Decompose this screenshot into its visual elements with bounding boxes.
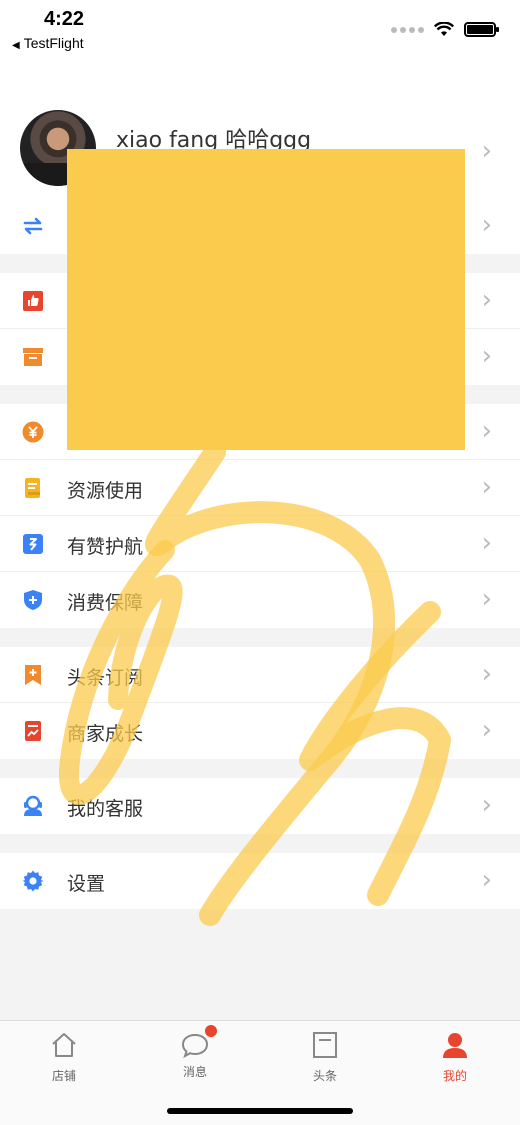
archive-icon (23, 348, 43, 366)
menu-item-settings[interactable]: 设置 › (0, 853, 520, 909)
home-indicator[interactable] (167, 1108, 353, 1114)
menu-item-label: 资源使用 (67, 480, 144, 502)
back-app-label: TestFlight (23, 35, 84, 51)
chevron-right-icon: › (481, 715, 492, 745)
status-bar: 4:22 ◀ TestFlight (0, 0, 520, 60)
tab-headlines[interactable]: 头条 (280, 1031, 370, 1084)
menu-item-label: 消费保障 (67, 592, 144, 614)
tab-label: 头条 (312, 1069, 337, 1083)
menu-item-youzan-escort[interactable]: 有赞护航 › (0, 516, 520, 572)
back-triangle-icon: ◀ (12, 40, 20, 51)
tab-label: 店铺 (51, 1069, 76, 1083)
clock: 4:22 (44, 8, 85, 30)
menu-item-label: 有赞护航 (67, 536, 144, 558)
headline-icon (313, 1032, 337, 1058)
tab-me[interactable]: 我的 (410, 1031, 500, 1084)
growth-report-icon (25, 721, 41, 741)
gear-icon (22, 870, 44, 892)
yen-coin-icon (22, 421, 44, 443)
person-icon (443, 1033, 467, 1058)
menu-item-label: 头条订阅 (67, 667, 144, 689)
chevron-right-icon: › (481, 416, 492, 446)
chevron-right-icon: › (481, 790, 492, 820)
chevron-right-icon: › (481, 472, 492, 502)
chevron-right-icon: › (481, 584, 492, 614)
chevron-right-icon: › (481, 341, 492, 371)
tab-label: 消息 (182, 1065, 207, 1079)
chevron-right-icon: › (481, 528, 492, 558)
swap-icon (23, 217, 43, 235)
chevron-right-icon: › (481, 285, 492, 315)
chevron-right-icon: › (481, 210, 492, 240)
menu-item-resource-usage[interactable]: 资源使用 › (0, 460, 520, 516)
back-to-app-link[interactable]: ◀ TestFlight (12, 35, 84, 51)
bookmark-plus-icon (25, 665, 41, 685)
zan-icon (23, 534, 43, 554)
menu-item-merchant-growth[interactable]: 商家成长 › (0, 703, 520, 759)
tab-label: 我的 (442, 1069, 467, 1083)
wifi-icon (434, 22, 454, 36)
menu-item-label: 设置 (67, 873, 106, 895)
menu-item-label: 我的客服 (67, 798, 144, 820)
unread-badge (205, 1025, 217, 1037)
tab-store[interactable]: 店铺 (19, 1031, 109, 1084)
menu-item-consumer-protection[interactable]: 消费保障 › (0, 572, 520, 628)
menu-item-customer-service[interactable]: 我的客服 › (0, 778, 520, 834)
chevron-right-icon: › (481, 659, 492, 689)
status-indicators (391, 22, 499, 37)
battery-icon (464, 22, 499, 37)
menu-item-headline-subscription[interactable]: 头条订阅 › (0, 647, 520, 703)
store-icon (52, 1033, 76, 1057)
cellular-signal-icon (391, 26, 424, 33)
redaction-overlay (67, 149, 465, 450)
chat-bubble-icon (181, 1033, 209, 1059)
tab-messages[interactable]: 消息 (150, 1025, 240, 1080)
chevron-right-icon: › (481, 865, 492, 895)
customer-service-icon (24, 795, 42, 816)
shield-plus-icon (24, 590, 42, 610)
thumbs-up-icon (23, 291, 43, 311)
chevron-right-icon: › (481, 136, 492, 166)
menu-item-label: 商家成长 (67, 723, 144, 745)
document-icon (25, 478, 40, 498)
